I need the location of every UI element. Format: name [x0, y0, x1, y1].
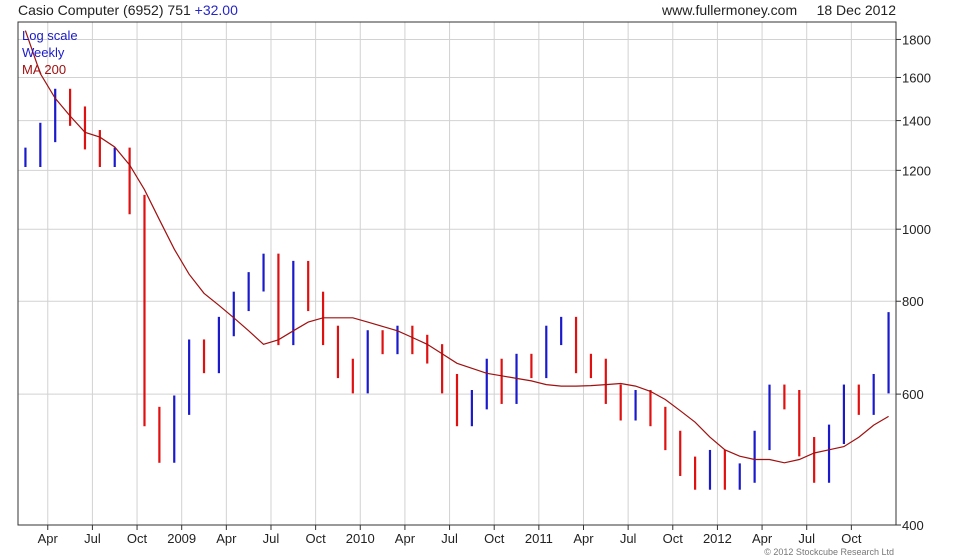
x-tick-label: Jul: [263, 531, 280, 546]
y-tick-label: 600: [902, 387, 924, 402]
x-tick-label: Oct: [841, 531, 862, 546]
legend: Log scale Weekly MA 200: [22, 28, 78, 77]
grid: [18, 22, 896, 526]
x-tick-label: Jul: [84, 531, 101, 546]
y-tick-label: 1600: [902, 70, 931, 85]
legend-log-scale: Log scale: [22, 28, 78, 43]
x-tick-label: Jul: [441, 531, 458, 546]
x-tick-label: Apr: [752, 531, 773, 546]
x-tick-label: Apr: [216, 531, 237, 546]
x-tick-label: 2010: [346, 531, 375, 546]
y-tick-label: 800: [902, 294, 924, 309]
plot-frame: [17, 21, 897, 526]
price-chart: 400 600 800 1000 1200 1400 1600 1800 Apr Jul Oct 2…: [17, 21, 931, 546]
x-tick-label: Apr: [395, 531, 416, 546]
y-tick-label: 1000: [902, 222, 931, 237]
y-tick-label: 400: [902, 518, 924, 533]
legend-weekly: Weekly: [22, 45, 65, 60]
y-tick-label: 1800: [902, 32, 931, 47]
y-tick-label: 1200: [902, 163, 931, 178]
y-axis: 400 600 800 1000 1200 1400 1600 1800: [896, 32, 931, 533]
x-tick-label: Oct: [484, 531, 505, 546]
x-tick-label: Oct: [127, 531, 148, 546]
weekly-bars: [24, 88, 890, 490]
y-tick-label: 1400: [902, 114, 931, 129]
x-tick-label: 2012: [703, 531, 732, 546]
copyright-footer: © 2012 Stockcube Research Ltd: [764, 547, 894, 557]
x-tick-label: Jul: [798, 531, 815, 546]
legend-ma-200: MA 200: [22, 62, 66, 77]
x-tick-label: Oct: [306, 531, 327, 546]
x-axis: Apr Jul Oct 2009 Apr Jul Oct 2010 Apr Jul Oct 2011 A…: [38, 525, 862, 546]
x-tick-label: Apr: [38, 531, 59, 546]
x-tick-label: Oct: [663, 531, 684, 546]
x-tick-label: 2009: [167, 531, 196, 546]
x-tick-label: Jul: [620, 531, 637, 546]
x-tick-label: 2011: [525, 531, 553, 546]
x-tick-label: Apr: [573, 531, 594, 546]
